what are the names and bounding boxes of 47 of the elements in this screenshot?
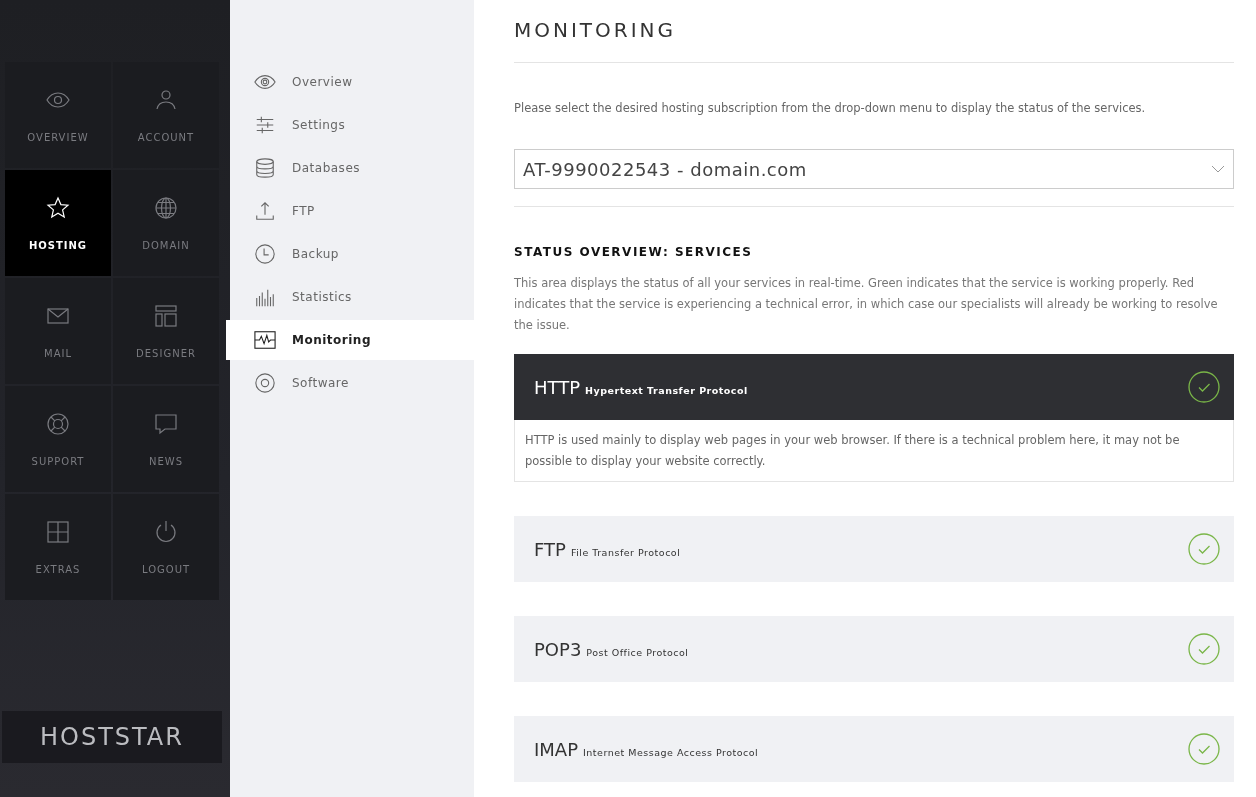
- service-name: FTP File Transfer Protocol: [534, 538, 681, 560]
- sidebar-tile[interactable]: EXTRAS: [5, 494, 111, 600]
- service-name: HTTP Hypertext Transfer Protocol: [534, 376, 748, 398]
- clock-icon: [254, 243, 276, 265]
- subnav-item[interactable]: Overview: [226, 62, 478, 102]
- subnav-item[interactable]: Software: [226, 363, 478, 403]
- disc-icon: [254, 372, 276, 394]
- service-name: IMAP Internet Message Access Protocol: [534, 738, 759, 760]
- service-header[interactable]: POP3 Post Office Protocol: [514, 616, 1234, 682]
- service-header[interactable]: HTTP Hypertext Transfer Protocol: [514, 354, 1234, 420]
- subnav-item[interactable]: FTP: [226, 191, 478, 231]
- sidebar-tile[interactable]: OVERVIEW: [5, 62, 111, 168]
- sidebar-tile[interactable]: LOGOUT: [113, 494, 219, 600]
- person-icon: [154, 87, 178, 112]
- lifebuoy-icon: [46, 411, 70, 436]
- subnav-item[interactable]: Backup: [226, 234, 478, 274]
- sidebar-tile[interactable]: DESIGNER: [113, 278, 219, 384]
- pulse-icon: [254, 329, 276, 351]
- sidebar-tile[interactable]: NEWS: [113, 386, 219, 492]
- subnav-item[interactable]: Statistics: [226, 277, 478, 317]
- service-header[interactable]: FTP File Transfer Protocol: [514, 516, 1234, 582]
- plus-square-icon: [46, 519, 70, 544]
- service-description: HTTP is used mainly to display web pages in your web browser. If there is a technical problem here, it may not be possible to display your website correctly.: [514, 420, 1234, 482]
- sidebar-tile[interactable]: SUPPORT: [5, 386, 111, 492]
- subnav-item[interactable]: Databases: [226, 148, 478, 188]
- sidebar-tile[interactable]: HOSTING: [5, 170, 111, 276]
- sliders-icon: [254, 114, 276, 136]
- section-text: This area displays the status of all your services in real-time. Green indicates that the service is working properly. Red indicates that the service is experiencing a technical error, in which case our specialists will already be working to resolve the issue.: [514, 275, 1219, 334]
- speech-bubble-icon: [154, 411, 178, 436]
- service-header[interactable]: IMAP Internet Message Access Protocol: [514, 716, 1234, 782]
- database-icon: [254, 157, 276, 179]
- service-name: POP3 Post Office Protocol: [534, 638, 689, 660]
- layout-icon: [154, 303, 178, 328]
- power-icon: [154, 519, 178, 544]
- upload-icon: [254, 200, 276, 222]
- subnav-item[interactable]: Settings: [226, 105, 478, 145]
- subscription-dropdown[interactable]: AT-9990022543 - domain.com: [514, 149, 1234, 189]
- logo: HOSTSTAR: [2, 711, 222, 763]
- intro-text: Please select the desired hosting subscription from the drop-down menu to display the status of the services.: [514, 101, 1147, 115]
- section-title: STATUS OVERVIEW: SERVICES: [514, 245, 754, 259]
- globe-icon: [154, 195, 178, 220]
- sidebar-tile[interactable]: ACCOUNT: [113, 62, 219, 168]
- page-title: MONITORING: [514, 0, 1234, 63]
- star-icon: [46, 195, 70, 220]
- chevron-down-icon: [1211, 165, 1225, 173]
- sidebar-tile[interactable]: MAIL: [5, 278, 111, 384]
- sidebar-tile[interactable]: DOMAIN: [113, 170, 219, 276]
